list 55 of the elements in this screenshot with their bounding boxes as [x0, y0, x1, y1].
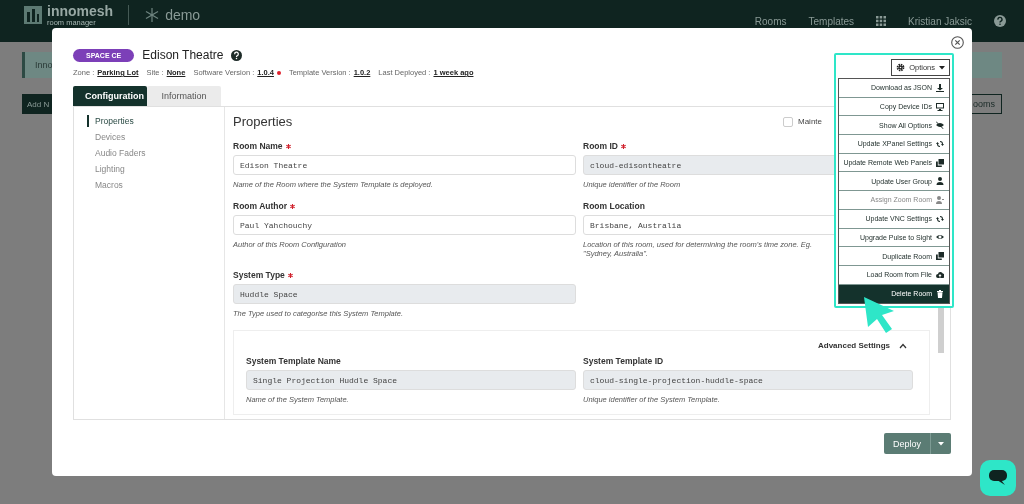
sidebar-item[interactable]: Macros — [87, 179, 224, 191]
nav-link[interactable]: Rooms — [754, 15, 787, 27]
sidebar-item[interactable]: Lighting — [87, 163, 224, 175]
user-menu[interactable]: Kristian Jaksic — [908, 15, 972, 27]
grid-icon[interactable] — [876, 16, 887, 26]
room-title: Edison Theatre — [142, 48, 224, 62]
monitor-icon — [936, 102, 944, 111]
field-label: System Template ID — [583, 356, 665, 366]
field-label: Room Location — [583, 201, 645, 211]
refresh-icon — [936, 139, 944, 148]
checkbox-label: Mainte — [798, 117, 822, 126]
advanced-settings-toggle[interactable]: Advanced Settings — [818, 341, 890, 350]
sidebar-item[interactable]: Properties — [87, 115, 224, 127]
nav-link[interactable]: Templates — [808, 15, 855, 27]
input-field[interactable]: Single Projection Huddle Space — [246, 370, 576, 390]
close-icon[interactable] — [951, 36, 964, 49]
input-field[interactable]: cloud-single-projection-huddle-space — [583, 370, 913, 390]
tab[interactable]: Configuration — [73, 86, 147, 106]
user-plus-icon — [936, 195, 944, 204]
section-heading: Properties — [233, 114, 293, 129]
copy-icon — [936, 158, 944, 167]
caret-icon[interactable] — [899, 342, 907, 349]
input-field[interactable]: Paul Yahchouchy — [233, 215, 576, 235]
eye-icon — [936, 233, 944, 242]
alert-text: Inno — [35, 60, 53, 70]
input-field[interactable]: Huddle Space — [233, 284, 576, 304]
field-label: System Template Name — [246, 356, 342, 366]
checkbox[interactable] — [783, 116, 793, 127]
input-field[interactable]: Edison Theatre — [233, 155, 576, 175]
help-icon[interactable] — [231, 49, 243, 61]
add-button[interactable]: Add N — [22, 94, 52, 114]
refresh-icon — [936, 214, 944, 223]
copy-icon — [936, 252, 944, 261]
cloud-upload-icon — [936, 270, 944, 279]
tab[interactable]: Information — [147, 86, 221, 106]
field-label: Room ID — [583, 141, 618, 151]
sidebar-item[interactable]: Audio Faders — [87, 147, 224, 159]
eye-slash-icon — [936, 121, 944, 130]
field-label: Room Name — [233, 141, 283, 151]
logo-icon — [24, 6, 42, 25]
trash-icon — [936, 289, 944, 298]
tenant-name: demo — [165, 7, 201, 24]
deploy-menu-button[interactable] — [930, 433, 951, 454]
download-icon — [936, 83, 944, 92]
chat-icon — [989, 470, 1007, 486]
caret-icon — [938, 441, 944, 446]
snowflake-icon — [144, 7, 161, 24]
user-icon — [936, 177, 944, 186]
logo-name: innomesh — [47, 4, 114, 18]
field-label: System Type — [233, 270, 285, 280]
gear-icon — [896, 63, 906, 72]
chat-button[interactable] — [980, 460, 1016, 496]
field-label: Room Author — [233, 201, 287, 211]
deploy-button[interactable]: Deploy — [884, 433, 930, 454]
sidebar-item[interactable]: Devices — [87, 131, 224, 143]
